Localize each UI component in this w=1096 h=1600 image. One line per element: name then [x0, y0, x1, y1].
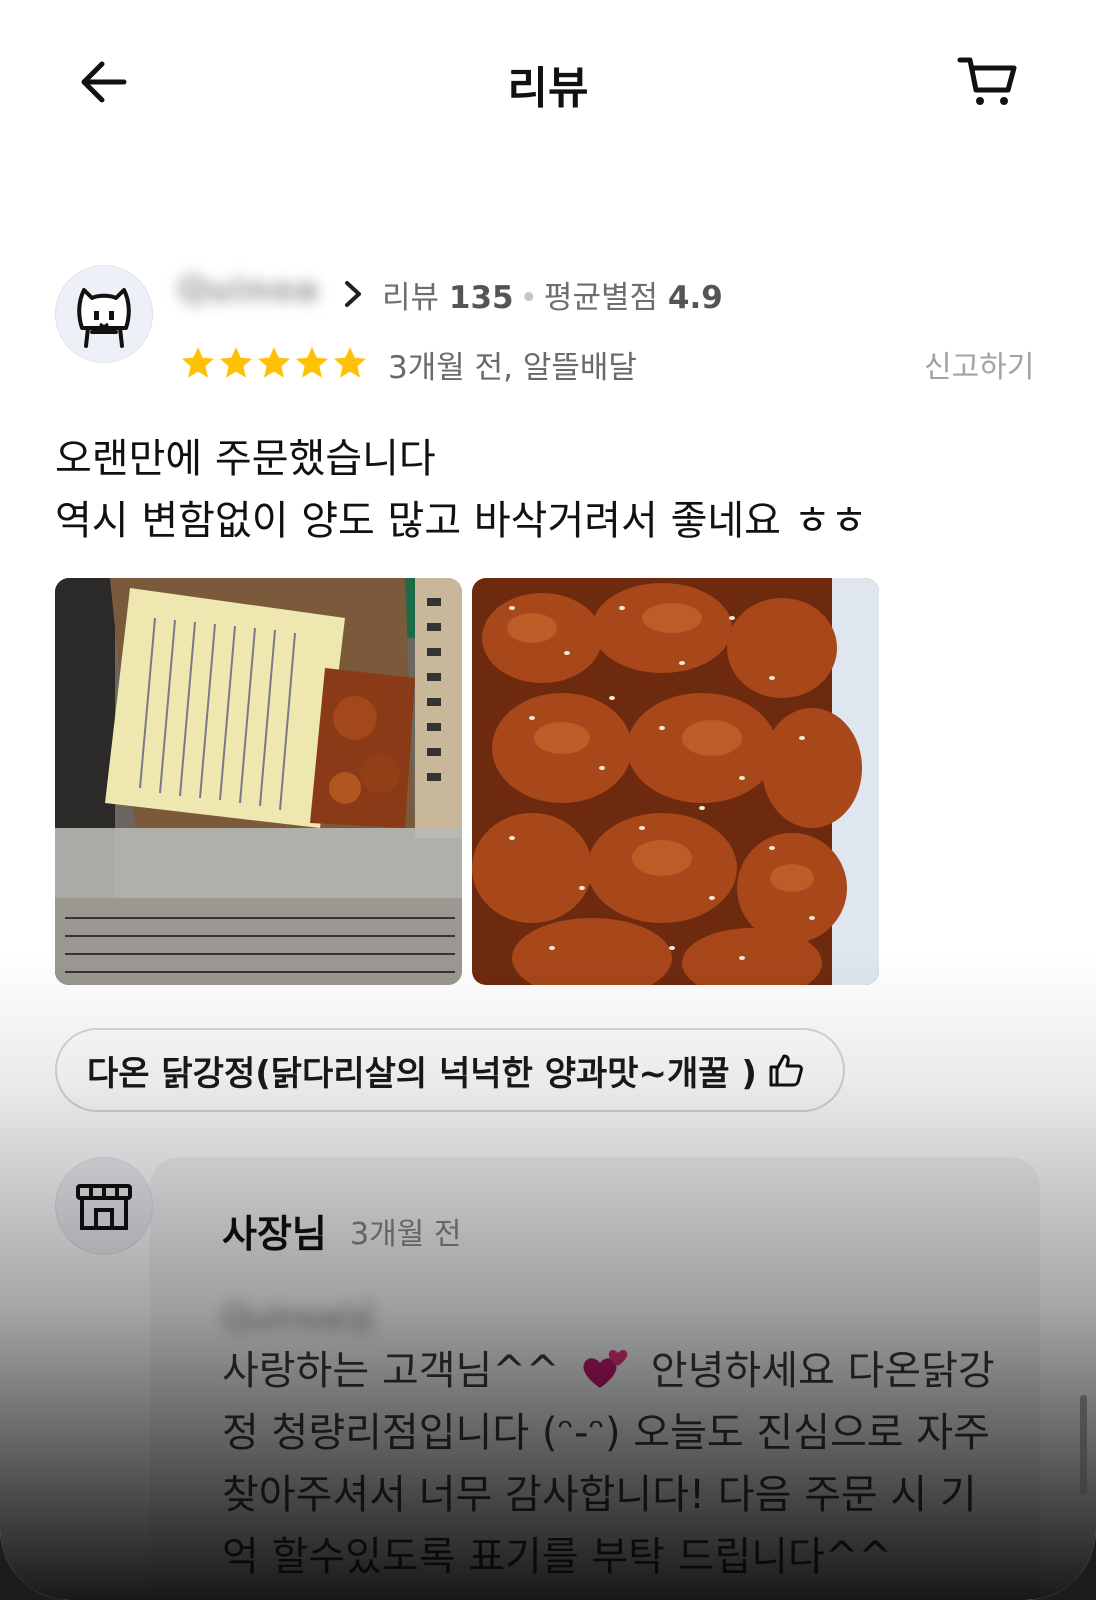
page-title: 리뷰	[507, 63, 589, 114]
review-count-label: 리뷰	[382, 280, 440, 316]
scrollbar[interactable]	[1080, 1395, 1087, 1495]
menu-tag-label: 다온 닭강정(닭다리살의 넉넉한 양과맛~개꿀 )	[87, 1053, 757, 1094]
star-icon	[296, 347, 328, 378]
photo-note-and-box	[55, 578, 462, 985]
cart-button[interactable]	[956, 50, 1020, 114]
chevron-right-icon[interactable]	[340, 278, 366, 310]
cat-avatar-icon	[56, 266, 152, 362]
thumbs-up-icon	[769, 1054, 803, 1087]
owner-avatar	[55, 1157, 153, 1255]
report-button[interactable]: 신고하기	[924, 342, 1034, 386]
review-body: 오랜만에 주문했습니다 역시 변함없이 양도 많고 바삭거려서 좋네요 ㅎㅎ	[55, 436, 868, 544]
star-icon	[220, 347, 252, 378]
top-bar: 리뷰	[0, 0, 1096, 160]
two-hearts-emoji	[583, 1350, 628, 1388]
reviewer-avatar[interactable]	[55, 265, 153, 363]
cart-icon	[957, 57, 1017, 105]
owner-reply-time: 3개월 전	[350, 1217, 462, 1252]
photo-fried-chicken	[472, 578, 879, 985]
reply-text-part-1: 사랑하는 고객님^^	[222, 1348, 560, 1394]
avg-rating-label: 평균별점	[543, 280, 659, 316]
avg-rating-value: 4.9	[667, 280, 723, 316]
star-icon	[334, 347, 366, 378]
reply-addressee: Quinoa님	[222, 1298, 375, 1338]
star-icon	[258, 347, 290, 378]
rating-stars	[180, 345, 368, 385]
owner-reply-text: 사랑하는 고객님^^ 안녕하세요 다온닭강정 청량리점입니다 (ᵔ-ᵔ) 오늘도…	[222, 1340, 1012, 1588]
reviewer-stats: 리뷰 135 • 평균별점 4.9	[382, 272, 723, 317]
review-count-value: 135	[448, 280, 514, 316]
review-photo-1[interactable]	[55, 578, 462, 985]
review-photo-2[interactable]	[472, 578, 879, 985]
review-meta: 3개월 전, 알뜰배달	[388, 350, 637, 386]
ordered-menu-tag[interactable]: 다온 닭강정(닭다리살의 넉넉한 양과맛~개꿀 )	[55, 1028, 845, 1112]
separator-dot: •	[519, 280, 538, 316]
reviewer-name[interactable]: Quinoa	[178, 270, 319, 310]
star-icon	[182, 347, 214, 378]
store-icon	[76, 1184, 132, 1230]
owner-name: 사장님	[222, 1212, 327, 1256]
review-detail-screen: 리뷰 Quinoa 리뷰 135 • 평균별점 4.9 3개월 전, 알뜰배달 신고…	[0, 0, 1096, 1600]
